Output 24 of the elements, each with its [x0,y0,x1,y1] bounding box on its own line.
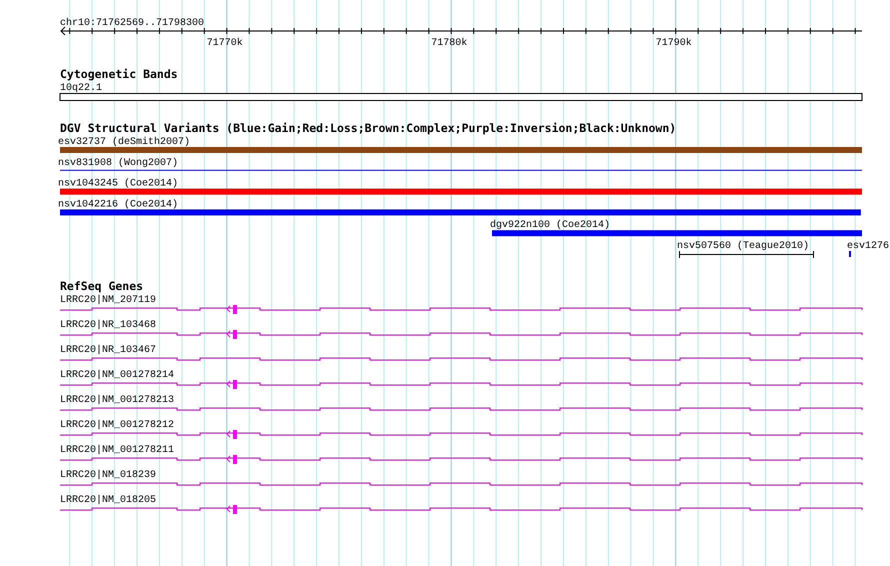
transcript-label: LRRC20|NR_103468 [60,320,156,331]
tick-label: 71780k [431,38,468,49]
tick-label: 71790k [656,38,692,49]
transcript-label: LRRC20|NM_001278211 [60,445,174,456]
transcript-label: LRRC20|NM_001278212 [60,420,174,431]
track-title: Cytogenetic Bands [60,67,178,81]
band-label: 10q22.1 [60,83,102,94]
location-label: chr10:71762569..71798300 [60,18,204,29]
feature-label: nsv831908 (Wong2007) [58,158,178,169]
track-title: DGV Structural Variants (Blue:Gain;Red:Loss;Brown:Complex;Purple:Inversion;Black:Unknown) [60,121,676,135]
feature-label: esv32737 (deSmith2007) [58,137,190,148]
transcript-label: LRRC20|NM_001278214 [60,370,174,381]
transcript-label: LRRC20|NM_018239 [60,470,156,481]
tick-label: 71770k [206,38,243,49]
transcript-label: LRRC20|NM_207119 [60,295,156,306]
feature-label: nsv1043245 (Coe2014) [58,178,178,190]
feature-label: nsv1042216 (Coe2014) [58,199,178,210]
track-title: RefSeq Genes [60,279,144,293]
feature-label: nsv507560 (Teague2010) [677,241,810,252]
feature-label: esv1276 [847,241,890,252]
feature-label: dgv922n100 (Coe2014) [490,220,610,232]
transcript-label: LRRC20|NR_103467 [60,345,156,356]
transcript-label: LRRC20|NM_001278213 [60,395,174,406]
transcript-label: LRRC20|NM_018205 [60,495,156,506]
